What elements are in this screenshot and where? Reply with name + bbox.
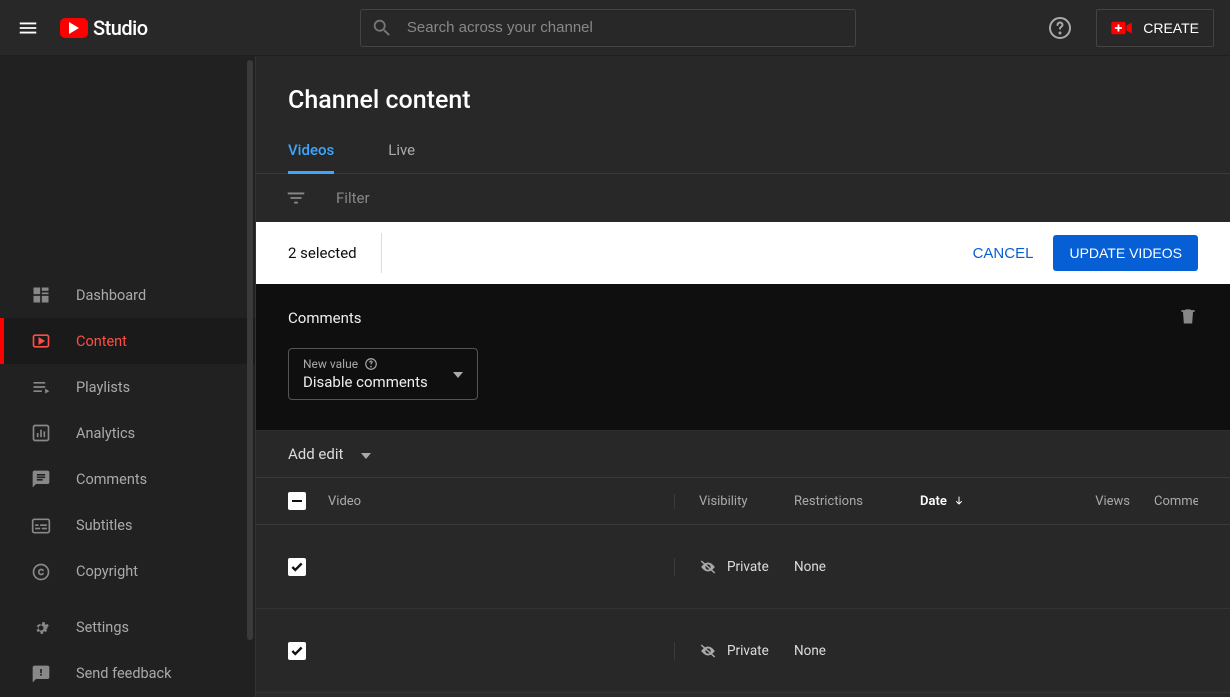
arrow-down-icon <box>953 495 965 507</box>
filter-label[interactable]: Filter <box>336 189 370 207</box>
logo-text: Studio <box>93 16 148 40</box>
sidebar-item-label: Settings <box>76 619 129 636</box>
feedback-icon <box>30 663 52 685</box>
search-box[interactable] <box>360 9 856 47</box>
sidebar-item-label: Subtitles <box>76 517 132 534</box>
header: Studio CREATE <box>0 0 1230 56</box>
search-icon <box>371 17 393 39</box>
sidebar-item-label: Content <box>76 333 127 350</box>
restrictions-value: None <box>794 559 920 575</box>
chevron-down-icon <box>453 366 463 382</box>
sidebar-scrollbar[interactable] <box>247 60 253 640</box>
sidebar-item-subtitles[interactable]: Subtitles <box>0 503 255 549</box>
sidebar-item-copyright[interactable]: Copyright <box>0 549 255 595</box>
visibility-value: Private <box>727 643 769 659</box>
help-icon[interactable] <box>1048 16 1072 40</box>
selected-count: 2 selected <box>288 233 382 273</box>
filter-icon[interactable] <box>284 186 308 210</box>
sidebar-item-label: Dashboard <box>76 287 146 304</box>
edit-section: Comments New value Disable comments <box>256 284 1230 430</box>
tabs: Videos Live <box>256 141 1230 174</box>
row-checkbox[interactable] <box>288 642 306 660</box>
sidebar: Dashboard Content Playlists Analytics Co <box>0 56 256 697</box>
sidebar-item-settings[interactable]: Settings <box>0 605 255 651</box>
visibility-value: Private <box>727 559 769 575</box>
dropdown-value: Disable comments <box>303 373 428 391</box>
sidebar-item-label: Analytics <box>76 425 135 442</box>
column-date[interactable]: Date <box>920 494 1070 509</box>
content-icon <box>30 330 52 352</box>
playlists-icon <box>30 376 52 398</box>
create-button[interactable]: CREATE <box>1096 9 1214 47</box>
private-icon <box>699 558 717 576</box>
menu-icon[interactable] <box>16 16 40 40</box>
tab-videos[interactable]: Videos <box>288 141 334 173</box>
studio-logo[interactable]: Studio <box>60 16 148 40</box>
edit-title: Comments <box>288 309 362 327</box>
help-icon <box>364 357 378 371</box>
select-all-checkbox[interactable] <box>288 492 306 510</box>
analytics-icon <box>30 422 52 444</box>
tab-live[interactable]: Live <box>388 141 415 173</box>
table-header: Video Visibility Restrictions Date Views… <box>256 477 1230 525</box>
sidebar-item-playlists[interactable]: Playlists <box>0 364 255 410</box>
copyright-icon <box>30 561 52 583</box>
sidebar-item-label: Send feedback <box>76 665 171 682</box>
page-title: Channel content <box>256 56 1230 115</box>
sidebar-item-content[interactable]: Content <box>0 318 255 364</box>
new-value-dropdown[interactable]: New value Disable comments <box>288 348 478 400</box>
chevron-down-icon <box>361 445 371 463</box>
search-input[interactable] <box>407 19 845 36</box>
column-restrictions[interactable]: Restrictions <box>794 494 920 509</box>
table-row[interactable]: Private None <box>256 609 1230 693</box>
private-icon <box>699 642 717 660</box>
selection-bar: 2 selected CANCEL UPDATE VIDEOS <box>256 222 1230 284</box>
sidebar-item-feedback[interactable]: Send feedback <box>0 651 255 697</box>
column-video[interactable]: Video <box>328 494 674 509</box>
sidebar-item-label: Playlists <box>76 379 130 396</box>
column-comments[interactable]: Comments <box>1154 494 1198 509</box>
main-content: Channel content Videos Live Filter 2 sel… <box>256 56 1230 697</box>
column-visibility[interactable]: Visibility <box>674 494 794 509</box>
comments-icon <box>30 468 52 490</box>
table-row[interactable]: Private None <box>256 525 1230 609</box>
gear-icon <box>30 617 52 639</box>
sidebar-item-dashboard[interactable]: Dashboard <box>0 272 255 318</box>
subtitles-icon <box>30 515 52 537</box>
sidebar-item-comments[interactable]: Comments <box>0 456 255 502</box>
column-views[interactable]: Views <box>1070 494 1130 509</box>
create-icon <box>1111 20 1133 36</box>
sidebar-item-analytics[interactable]: Analytics <box>0 410 255 456</box>
sidebar-item-label: Copyright <box>76 563 138 580</box>
row-checkbox[interactable] <box>288 558 306 576</box>
sidebar-item-label: Comments <box>76 471 147 488</box>
cancel-button[interactable]: CANCEL <box>973 245 1034 262</box>
filter-row: Filter <box>256 174 1230 222</box>
add-edit-button[interactable]: Add edit <box>256 430 1230 477</box>
dropdown-label: New value <box>303 357 428 371</box>
restrictions-value: None <box>794 643 920 659</box>
update-videos-button[interactable]: UPDATE VIDEOS <box>1053 235 1198 271</box>
dashboard-icon <box>30 284 52 306</box>
trash-icon[interactable] <box>1178 306 1198 330</box>
